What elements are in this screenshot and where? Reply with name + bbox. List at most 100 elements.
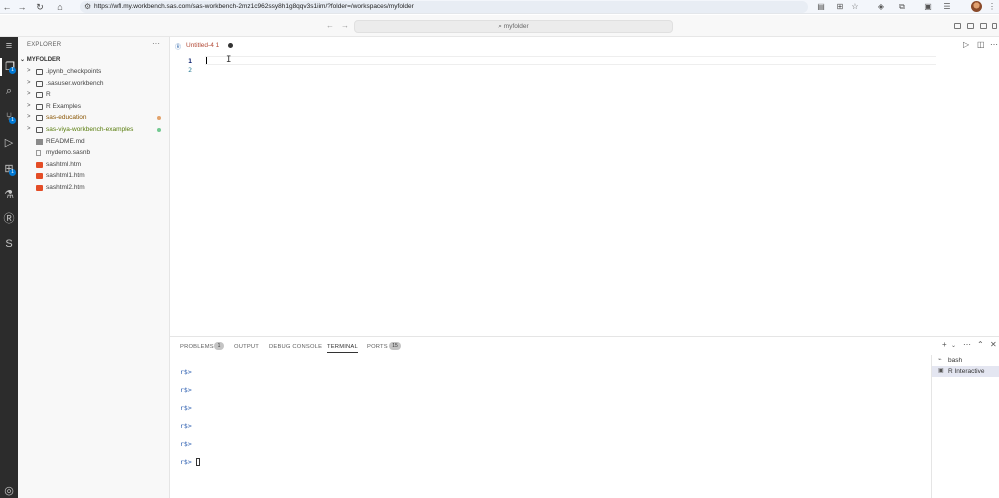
file-tree-item[interactable]: > R Examples: [18, 101, 170, 113]
accounts-icon[interactable]: ◎: [0, 482, 18, 498]
go-forward-icon[interactable]: →: [341, 20, 349, 32]
close-panel-icon[interactable]: ✕: [990, 340, 997, 349]
terminal-name: R Interactive: [948, 368, 985, 375]
folder-header[interactable]: ⌄ MYFOLDER: [20, 56, 60, 63]
chevron-down-icon[interactable]: ⌄: [951, 342, 956, 349]
file-tree-item[interactable]: > .ipynb_checkpoints: [18, 66, 170, 78]
terminal-name: bash: [948, 357, 963, 364]
file-tree-item[interactable]: > sas-education: [18, 112, 170, 124]
sidebar-icon[interactable]: ▣: [922, 1, 934, 13]
tab-ports[interactable]: PORTS: [367, 342, 388, 352]
file-tree-item[interactable]: mydemo.sasnb: [18, 147, 170, 159]
menu-icon[interactable]: ≡: [0, 37, 18, 55]
reader-icon[interactable]: ▤: [815, 1, 827, 13]
scm-badge: 1: [9, 117, 16, 124]
toggle-panel-icon[interactable]: [967, 23, 974, 29]
profile-avatar[interactable]: [971, 1, 982, 12]
file-name: sashtml2.htm: [46, 183, 85, 191]
more-actions-icon[interactable]: ⋯: [990, 40, 998, 49]
zoom-icon[interactable]: ⊞: [834, 1, 846, 13]
toggle-secondary-sidebar-icon[interactable]: [980, 23, 987, 29]
address-bar[interactable]: ⚙ https://wfl.my.workbench.sas.com/sas-w…: [80, 1, 808, 13]
line-number: 1: [188, 57, 192, 65]
more-actions-icon[interactable]: ⋯: [963, 340, 971, 349]
file-name: sashtml.htm: [46, 160, 82, 168]
html-file-icon: [36, 161, 43, 168]
folder-icon: [36, 126, 43, 133]
terminal-item-bash[interactable]: ⌁ bash: [932, 355, 999, 366]
terminal-line: r$>: [180, 386, 200, 404]
file-tree-item[interactable]: > sas-viya-workbench-examples: [18, 124, 170, 136]
source-control-icon[interactable]: ⑂ 1: [0, 108, 18, 126]
maximize-panel-icon[interactable]: ⌃: [977, 340, 984, 349]
file-name: R: [46, 91, 51, 99]
unsaved-dot-icon[interactable]: [228, 43, 233, 48]
extensions-icon[interactable]: ⊞ 1: [0, 160, 18, 178]
folder-icon: [36, 69, 43, 75]
file-tree-item[interactable]: > R: [18, 89, 170, 101]
terminal-item-r-interactive[interactable]: ▣ R Interactive: [932, 366, 999, 377]
customize-layout-icon[interactable]: [992, 23, 997, 29]
tab-output[interactable]: OUTPUT: [234, 342, 259, 352]
tab-terminal[interactable]: TERMINAL: [327, 342, 358, 353]
terminal-prompt: r$>: [180, 422, 192, 430]
folder-icon: [36, 80, 43, 87]
collections-icon[interactable]: ☰: [941, 1, 953, 13]
run-icon[interactable]: ▷: [963, 40, 969, 49]
terminal-prompt: r$>: [180, 440, 192, 448]
git-status-dot-icon: [157, 127, 161, 132]
arrow-right-icon[interactable]: →: [16, 1, 28, 13]
search-icon[interactable]: ⌕: [0, 82, 18, 100]
menu-icon[interactable]: ⋮: [986, 1, 998, 13]
site-settings-icon[interactable]: ⚙: [84, 1, 91, 13]
problems-count-badge: 1: [214, 342, 224, 350]
file-tree-item[interactable]: README.md: [18, 136, 170, 148]
run-debug-icon[interactable]: ▷: [0, 134, 18, 152]
shield-icon[interactable]: ◈: [875, 1, 887, 13]
folder-icon: [36, 115, 43, 122]
ibeam-cursor-icon: I: [226, 55, 232, 65]
file-name: mydemo.sasnb: [46, 149, 91, 157]
git-status-dot-icon: [157, 116, 161, 121]
r-terminal-icon: ▣: [938, 368, 944, 374]
file-name: .sasuser.workbench: [46, 79, 104, 87]
go-back-icon[interactable]: ←: [326, 20, 334, 32]
extensions-icon[interactable]: ⧉: [896, 1, 908, 13]
file-name: .ipynb_checkpoints: [46, 68, 102, 75]
more-actions-icon[interactable]: ···: [152, 39, 160, 48]
tab-problems[interactable]: PROBLEMS: [180, 342, 214, 352]
explorer-icon[interactable]: ❐1: [0, 58, 18, 76]
activity-bar: ≡ ❐1 ⌕ ⑂1 ▷ ⊞1 ⚗ Ⓡ S ◎: [0, 37, 18, 498]
home-icon[interactable]: ⌂: [54, 1, 66, 13]
command-center-search[interactable]: ⌕ myfolder: [354, 20, 673, 33]
r-icon[interactable]: Ⓡ: [0, 210, 18, 228]
browser-toolbar: ← → ↻ ⌂ ⚙ https://wfl.my.workbench.sas.c…: [0, 0, 999, 14]
file-tree-item[interactable]: sashtml.htm: [18, 159, 170, 171]
terminal-cursor: [195, 458, 200, 466]
file-name: sas-education: [46, 114, 87, 122]
testing-icon[interactable]: ⚗: [0, 186, 18, 204]
file-tree-item[interactable]: sashtml2.htm: [18, 182, 170, 194]
toggle-primary-sidebar-icon[interactable]: [954, 23, 961, 29]
tab-debug-console[interactable]: DEBUG CONSOLE: [269, 342, 322, 352]
file-tree-item[interactable]: > .sasuser.workbench: [18, 78, 170, 90]
terminal-line: r$>: [180, 404, 200, 422]
folder-name: MYFOLDER: [26, 57, 61, 63]
file-tree: > .ipynb_checkpoints > .sasuser.workbench > R…: [18, 66, 170, 194]
split-editor-icon[interactable]: ◫: [977, 40, 985, 49]
terminal-output[interactable]: r$> r$> r$> r$> r$> r$>: [180, 368, 200, 476]
chevron-down-icon: ⌄: [20, 57, 27, 63]
arrow-left-icon[interactable]: ←: [1, 1, 13, 13]
chevron-right-icon: >: [27, 79, 31, 86]
reload-icon[interactable]: ↻: [34, 1, 46, 13]
sas-icon[interactable]: S: [0, 235, 18, 253]
new-terminal-icon[interactable]: +: [942, 340, 947, 349]
star-icon[interactable]: ☆: [849, 1, 861, 13]
chevron-right-icon: >: [27, 125, 31, 132]
chevron-right-icon: >: [27, 114, 31, 121]
code-editor[interactable]: 1 2 I: [170, 54, 999, 336]
tab-untitled-4[interactable]: Ⓡ Untitled-4 1: [170, 37, 240, 54]
file-tree-item[interactable]: sashtml1.htm: [18, 170, 170, 182]
terminal-list: ⌁ bash ▣ R Interactive: [931, 355, 999, 498]
file-name: sashtml1.htm: [46, 172, 85, 180]
